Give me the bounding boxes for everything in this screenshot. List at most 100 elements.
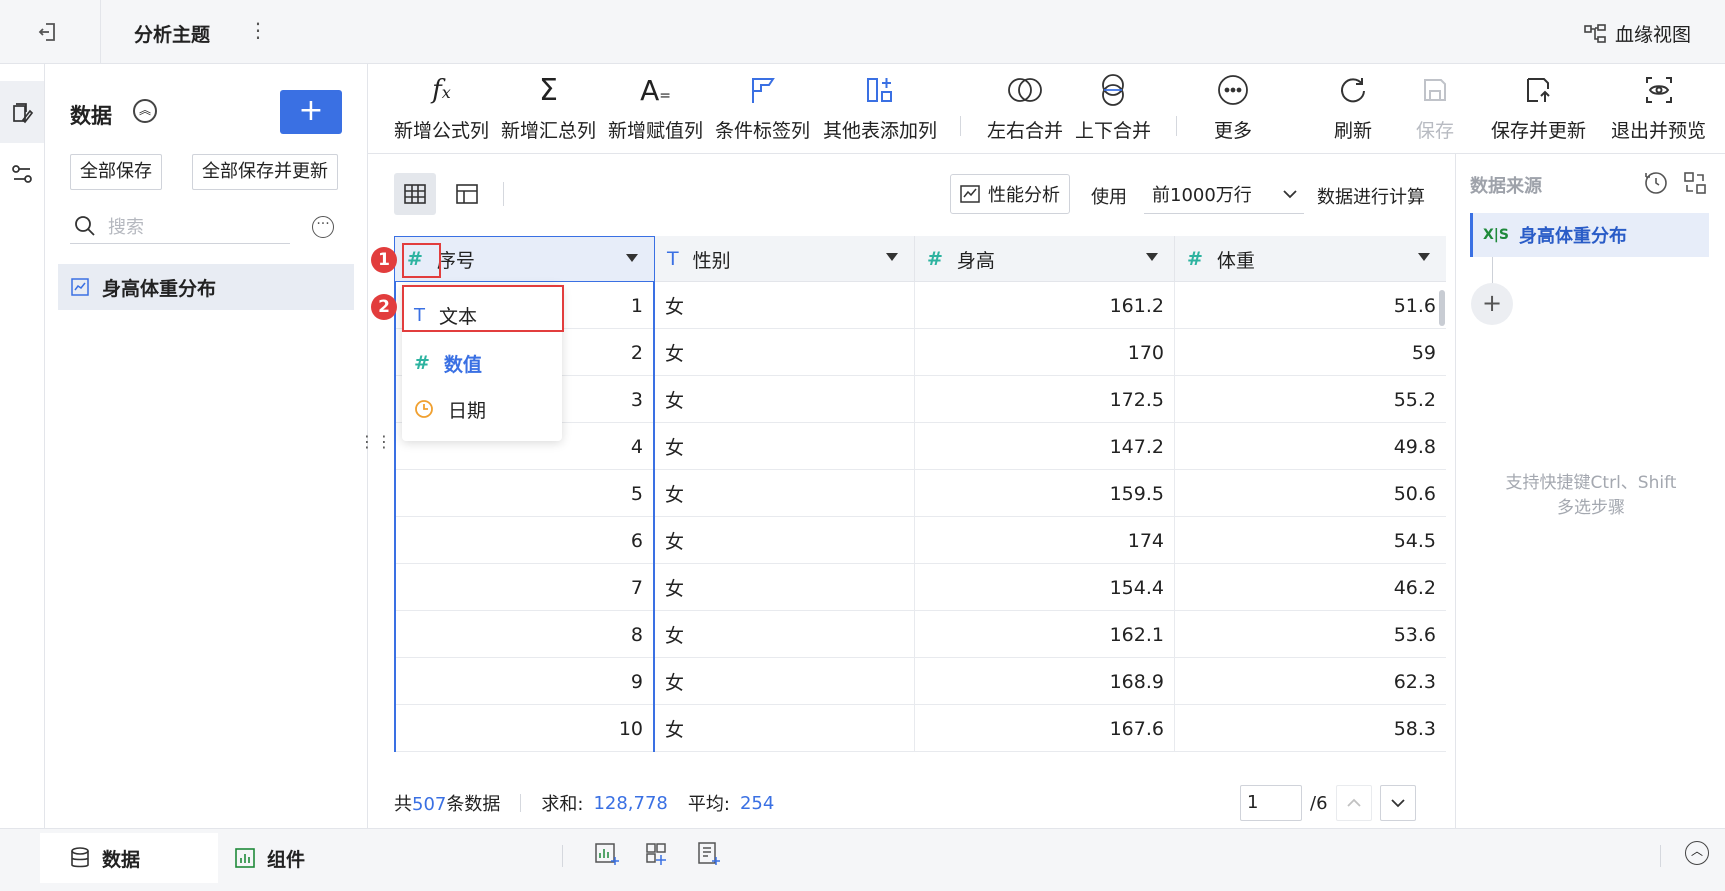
- layout-view-icon[interactable]: [446, 173, 488, 215]
- up-down-merge-button[interactable]: 上下合并: [1075, 72, 1151, 150]
- add-report-icon[interactable]: [696, 841, 722, 867]
- lineage-view-button[interactable]: 血缘视图: [1583, 20, 1691, 47]
- more-button[interactable]: 更多: [1214, 72, 1252, 150]
- type-option-number[interactable]: # 数值: [414, 343, 482, 383]
- ellipsis-icon[interactable]: ···: [312, 216, 334, 238]
- exit-preview-button[interactable]: 退出并预览: [1611, 72, 1706, 150]
- table-cell[interactable]: 女: [655, 329, 915, 376]
- table-cell[interactable]: 172.5: [915, 376, 1175, 423]
- table-cell[interactable]: 53.6: [1175, 611, 1446, 658]
- add-data-button[interactable]: +: [280, 90, 342, 134]
- table-cell[interactable]: 170: [915, 329, 1175, 376]
- table-cell[interactable]: 55.2: [1175, 376, 1446, 423]
- more-menu-icon[interactable]: ⋮: [248, 18, 268, 42]
- prev-page-button[interactable]: [1335, 785, 1372, 821]
- relation-icon[interactable]: [0, 143, 44, 205]
- table-cell[interactable]: 女: [655, 470, 915, 517]
- search-input[interactable]: 搜索: [70, 208, 290, 244]
- table-cell[interactable]: 女: [655, 376, 915, 423]
- table-cell[interactable]: 10: [394, 705, 655, 752]
- table-cell[interactable]: 6: [394, 517, 655, 564]
- table-cell[interactable]: 女: [655, 517, 915, 564]
- data-edit-icon[interactable]: [0, 81, 44, 143]
- other-table-column-button[interactable]: 其他表添加列: [823, 72, 937, 150]
- table-cell[interactable]: 168.9: [915, 658, 1175, 705]
- table-cell[interactable]: 5: [394, 470, 655, 517]
- table-cell[interactable]: 女: [655, 564, 915, 611]
- add-step-button[interactable]: +: [1471, 283, 1513, 325]
- tab-data[interactable]: 数据: [40, 833, 218, 883]
- table-cell[interactable]: 女: [655, 705, 915, 752]
- table-cell[interactable]: 51.6: [1175, 282, 1446, 329]
- add-chart-icon[interactable]: [594, 841, 620, 867]
- type-option-date[interactable]: 日期: [414, 389, 486, 429]
- column-header-weight[interactable]: # 体重: [1175, 236, 1446, 282]
- table-row[interactable]: 7 女 154.4 46.2: [394, 564, 1446, 611]
- switch-layout-icon[interactable]: [1682, 170, 1708, 196]
- number-type-icon[interactable]: #: [1187, 248, 1203, 270]
- table-cell[interactable]: 8: [394, 611, 655, 658]
- table-cell[interactable]: 161.2: [915, 282, 1175, 329]
- table-cell[interactable]: 59: [1175, 329, 1446, 376]
- table-cell[interactable]: 147.2: [915, 423, 1175, 470]
- table-cell[interactable]: 50.6: [1175, 470, 1446, 517]
- text-type-icon[interactable]: T: [667, 248, 679, 270]
- table-cell[interactable]: 7: [394, 564, 655, 611]
- table-cell[interactable]: 58.3: [1175, 705, 1446, 752]
- add-formula-column-button[interactable]: fx 新增公式列: [394, 72, 489, 150]
- table-cell[interactable]: 女: [655, 423, 915, 470]
- add-summary-column-button[interactable]: Σ 新增汇总列: [501, 72, 596, 150]
- grid-view-icon[interactable]: [394, 173, 436, 215]
- rows-limit-select[interactable]: 前1000万行: [1144, 174, 1304, 214]
- save-all-update-button[interactable]: 全部保存并更新: [192, 154, 338, 190]
- highlight-box-2: [402, 285, 564, 332]
- table-cell[interactable]: 167.6: [915, 705, 1175, 752]
- save-update-button[interactable]: 保存并更新: [1491, 72, 1586, 150]
- tab-components[interactable]: 组件: [205, 833, 335, 883]
- table-cell[interactable]: 162.1: [915, 611, 1175, 658]
- table-row[interactable]: 5 女 159.5 50.6: [394, 470, 1446, 517]
- history-icon[interactable]: [1643, 170, 1669, 196]
- column-header-height[interactable]: # 身高: [915, 236, 1175, 282]
- table-cell[interactable]: 女: [655, 611, 915, 658]
- add-assign-column-button[interactable]: A= 新增赋值列: [608, 72, 703, 150]
- number-type-icon[interactable]: #: [927, 248, 943, 270]
- table-cell[interactable]: 54.5: [1175, 517, 1446, 564]
- vertical-scrollbar[interactable]: [1439, 290, 1445, 326]
- table-cell[interactable]: 女: [655, 658, 915, 705]
- caret-down-icon[interactable]: [886, 253, 898, 261]
- add-dashboard-icon[interactable]: [645, 841, 671, 867]
- drag-handle-icon[interactable]: ⋮⋮: [359, 432, 393, 451]
- condition-tag-column-button[interactable]: 条件标签列: [715, 72, 810, 150]
- collapse-icon[interactable]: ︽: [133, 99, 157, 123]
- save-all-button[interactable]: 全部保存: [70, 154, 162, 190]
- table-cell[interactable]: 49.8: [1175, 423, 1446, 470]
- caret-down-icon[interactable]: [1418, 253, 1430, 261]
- table-row[interactable]: 9 女 168.9 62.3: [394, 658, 1446, 705]
- exit-icon[interactable]: [36, 20, 64, 44]
- page-input[interactable]: 1: [1240, 785, 1302, 821]
- save-button[interactable]: 保存: [1416, 72, 1454, 150]
- table-row[interactable]: 10 女 167.6 58.3: [394, 705, 1446, 752]
- table-cell[interactable]: 159.5: [915, 470, 1175, 517]
- table-cell[interactable]: 62.3: [1175, 658, 1446, 705]
- rows-limit-value: 前1000万行: [1152, 184, 1252, 206]
- table-row[interactable]: 8 女 162.1 53.6: [394, 611, 1446, 658]
- data-source-item[interactable]: X|S 身高体重分布: [1470, 213, 1709, 257]
- table-cell[interactable]: 9: [394, 658, 655, 705]
- refresh-button[interactable]: 刷新: [1334, 72, 1372, 150]
- collapse-up-icon[interactable]: ︿: [1685, 841, 1709, 865]
- caret-down-icon[interactable]: [1146, 253, 1158, 261]
- table-cell[interactable]: 46.2: [1175, 564, 1446, 611]
- left-rail: [0, 64, 45, 828]
- table-cell[interactable]: 174: [915, 517, 1175, 564]
- caret-down-icon[interactable]: [626, 254, 638, 262]
- column-header-gender[interactable]: T 性别: [655, 236, 915, 282]
- table-cell[interactable]: 女: [655, 282, 915, 329]
- table-cell[interactable]: 154.4: [915, 564, 1175, 611]
- left-right-merge-button[interactable]: 左右合并: [987, 72, 1063, 150]
- table-row[interactable]: 6 女 174 54.5: [394, 517, 1446, 564]
- tree-item-dataset[interactable]: 身高体重分布: [58, 264, 354, 310]
- next-page-button[interactable]: [1379, 785, 1416, 821]
- performance-analysis-button[interactable]: 性能分析: [950, 174, 1070, 214]
